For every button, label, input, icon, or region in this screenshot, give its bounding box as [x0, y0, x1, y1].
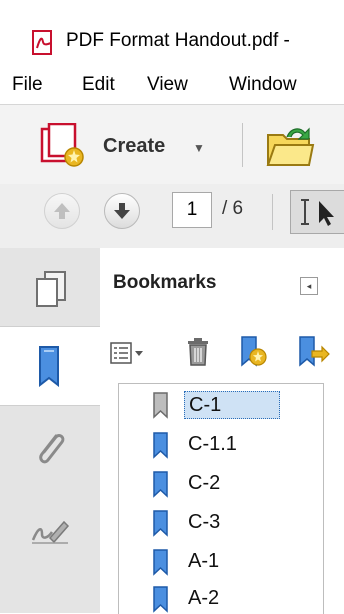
- create-label: Create: [103, 135, 166, 157]
- attachments-icon: [39, 434, 65, 464]
- open-folder-icon[interactable]: [265, 123, 315, 169]
- menu-edit[interactable]: Edit: [82, 74, 115, 96]
- toolbar-divider: [272, 194, 273, 230]
- new-bookmark-icon[interactable]: [238, 335, 268, 369]
- navigation-pane-rail: [0, 248, 101, 613]
- next-page-button[interactable]: [104, 193, 140, 229]
- bookmark-label: C-1: [184, 391, 280, 419]
- signatures-icon: [31, 520, 70, 544]
- bookmark-label: A-2: [188, 587, 220, 609]
- bookmark-icon: [153, 549, 168, 576]
- pdf-file-icon: [32, 30, 52, 55]
- menu-file[interactable]: File: [12, 74, 43, 96]
- bookmark-icon: [153, 392, 168, 419]
- previous-page-icon: [54, 203, 70, 219]
- menu-bar: File Edit View Window: [0, 64, 344, 104]
- title-bar: PDF Format Handout.pdf -: [0, 0, 344, 62]
- attachments-button[interactable]: [0, 408, 100, 488]
- bookmark-options-icon: [110, 342, 143, 364]
- page-thumbnails-button[interactable]: [0, 248, 100, 328]
- previous-page-button[interactable]: [44, 193, 80, 229]
- create-button[interactable]: Create ▼: [40, 121, 210, 171]
- menu-window[interactable]: Window: [229, 74, 297, 96]
- select-tool-button[interactable]: [290, 190, 344, 234]
- chevron-down-icon: ▼: [193, 141, 205, 155]
- bookmark-options-button[interactable]: [110, 339, 150, 367]
- delete-bookmark-icon[interactable]: [186, 337, 210, 367]
- signatures-button[interactable]: [0, 488, 100, 568]
- bookmark-label: C-2: [188, 472, 221, 494]
- collapse-panel-icon[interactable]: ◂: [300, 277, 318, 295]
- page-total: / 6: [222, 198, 244, 219]
- menu-view[interactable]: View: [147, 74, 188, 96]
- window-title: PDF Format Handout.pdf -: [66, 30, 290, 51]
- bookmarks-rail-icon: [39, 346, 59, 387]
- bookmark-icon: [153, 432, 168, 459]
- new-bookmark-from-structure-icon[interactable]: [296, 335, 330, 369]
- main-toolbar: Create ▼: [0, 104, 344, 186]
- bookmarks-rail-button[interactable]: [0, 326, 100, 406]
- next-page-icon: [114, 203, 130, 219]
- bookmark-icon: [153, 510, 168, 537]
- bookmark-label: C-1.1: [188, 433, 237, 455]
- bookmarks-toolbar: [100, 325, 344, 380]
- bookmark-icon: [153, 471, 168, 498]
- pages-thumbnail-icon: [36, 271, 66, 307]
- bookmark-label: C-3: [188, 511, 221, 533]
- bookmark-label: A-1: [188, 550, 220, 572]
- page-number-input[interactable]: 1: [172, 192, 212, 228]
- toolbar-divider: [242, 123, 243, 167]
- bookmark-icon: [153, 586, 168, 613]
- create-pdf-icon: [40, 123, 84, 167]
- panel-title: Bookmarks: [113, 272, 217, 293]
- select-cursor-icon: [301, 199, 334, 226]
